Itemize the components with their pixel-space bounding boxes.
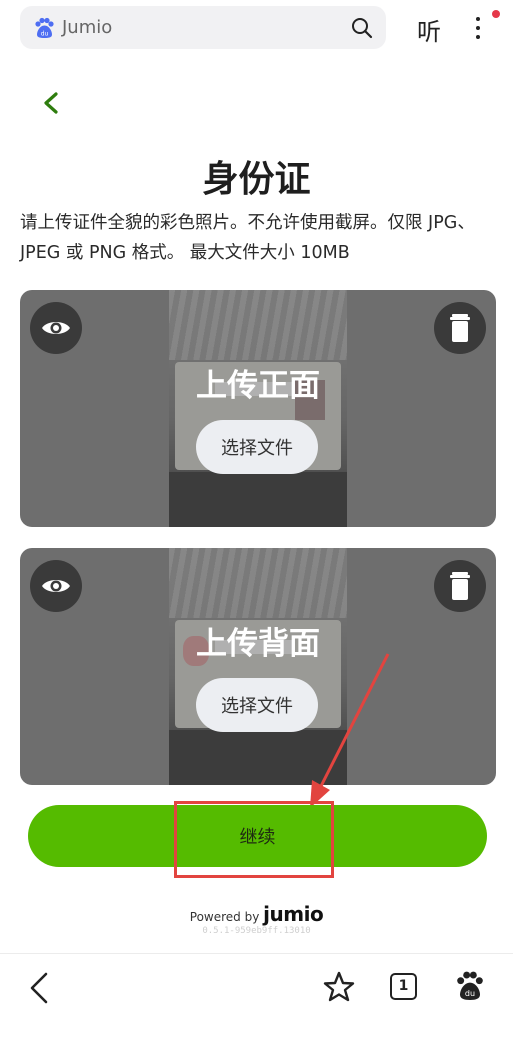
search-bar[interactable]: du Jumio xyxy=(20,6,386,49)
powered-by-label: Powered by xyxy=(189,910,260,924)
tabs-icon[interactable]: 1 xyxy=(390,973,417,1000)
annotation-arrow-icon xyxy=(310,653,390,808)
choose-front-file-button[interactable]: 选择文件 xyxy=(196,420,318,474)
notification-dot xyxy=(492,10,500,18)
upload-front-card[interactable]: 上传正面 选择文件 xyxy=(20,290,496,527)
paw-icon[interactable]: du xyxy=(454,970,486,1002)
page: du Jumio 听 身份证 请上传证件全貌的彩色照片。不允许使用截屏。仅限 J… xyxy=(0,0,513,1040)
version-text: 0.5.1-959eb9ff.13010 xyxy=(202,926,311,936)
preview-eye-icon[interactable] xyxy=(30,302,82,354)
more-menu-icon[interactable] xyxy=(468,12,488,44)
star-icon[interactable] xyxy=(322,970,356,1004)
browser-bottom-bar: 1 du xyxy=(0,953,513,1040)
back-heading: 上传背面 xyxy=(196,626,320,662)
back-icon[interactable] xyxy=(26,970,52,1006)
delete-trash-icon[interactable] xyxy=(434,302,486,354)
annotation-highlight-box xyxy=(174,801,334,878)
page-title: 身份证 xyxy=(202,159,311,200)
delete-trash-icon[interactable] xyxy=(434,560,486,612)
svg-text:du: du xyxy=(41,30,49,37)
svg-text:du: du xyxy=(465,989,475,998)
listen-button[interactable]: 听 xyxy=(414,12,444,46)
front-preview-image xyxy=(169,290,347,527)
jumio-logo: jumio xyxy=(263,902,324,926)
upload-back-card[interactable]: 上传背面 选择文件 xyxy=(20,548,496,785)
search-icon[interactable] xyxy=(350,16,374,40)
powered-by: Powered by jumio xyxy=(0,902,513,926)
preview-eye-icon[interactable] xyxy=(30,560,82,612)
back-chevron-icon[interactable] xyxy=(38,88,64,118)
baidu-paw-icon: du xyxy=(35,17,54,38)
page-description: 请上传证件全貌的彩色照片。不允许使用截屏。仅限 JPG、JPEG 或 PNG 格… xyxy=(20,213,475,263)
front-heading: 上传正面 xyxy=(196,368,320,404)
search-text[interactable]: Jumio xyxy=(62,17,350,38)
